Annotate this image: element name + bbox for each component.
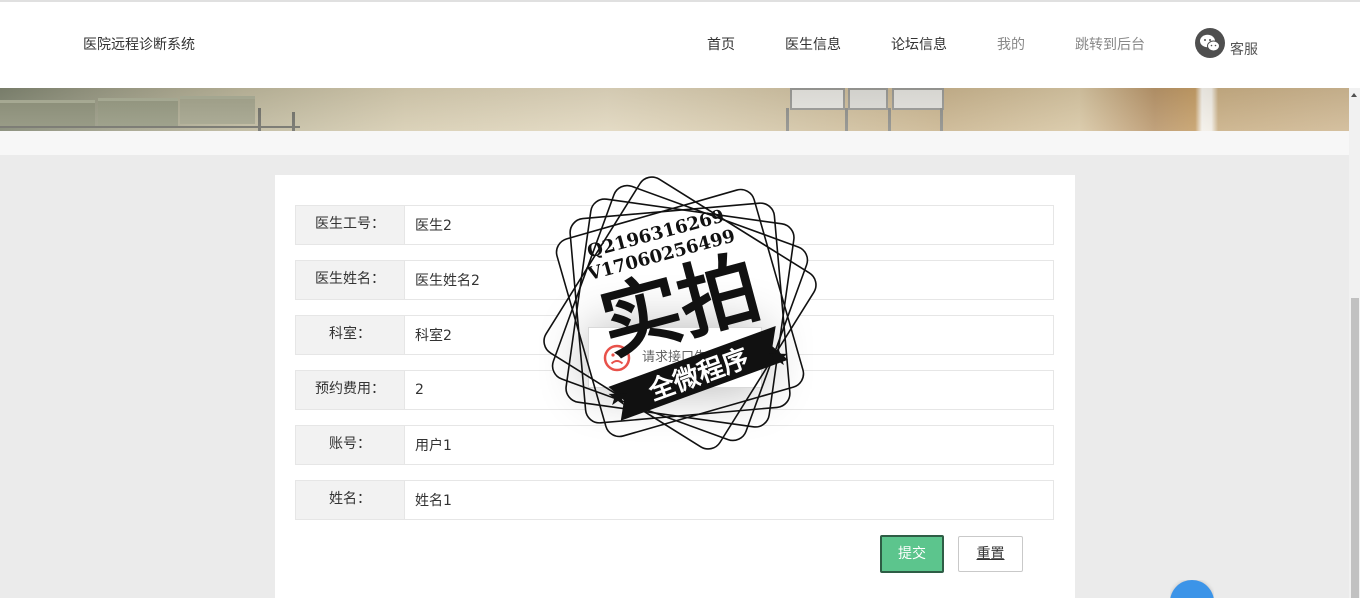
field-label: 姓名： — [295, 480, 405, 520]
floating-chat-button[interactable] — [1170, 580, 1214, 598]
watermark-stamp: Q2196316269 V17060256499 实拍 全微程序 — [543, 176, 817, 450]
reset-button[interactable]: 重置 — [958, 536, 1023, 572]
nav-mine[interactable]: 我的 — [997, 35, 1025, 55]
scrollbar[interactable] — [1349, 88, 1360, 598]
nav-home[interactable]: 首页 — [707, 35, 735, 55]
field-label: 账号： — [295, 425, 405, 465]
field-label: 预约费用： — [295, 370, 405, 410]
nav-admin[interactable]: 跳转到后台 — [1075, 35, 1145, 55]
field-label: 科室： — [295, 315, 405, 355]
form-row-name: 姓名： — [295, 480, 1054, 520]
name-field[interactable] — [405, 480, 1054, 520]
site-title[interactable]: 医院远程诊断系统 — [83, 35, 195, 55]
scrollbar-thumb[interactable] — [1351, 298, 1359, 598]
banner-image — [0, 88, 1349, 131]
scroll-up-arrow-icon[interactable] — [1351, 93, 1357, 97]
wechat-icon[interactable] — [1195, 28, 1225, 58]
nav-forum-info[interactable]: 论坛信息 — [891, 35, 947, 55]
field-label: 医生工号： — [295, 205, 405, 245]
floating-button-container — [1170, 580, 1214, 598]
top-navbar: 医院远程诊断系统 首页 医生信息 论坛信息 我的 跳转到后台 客服 — [0, 0, 1360, 88]
banner-shade — [0, 88, 1349, 131]
customer-service-label[interactable]: 客服 — [1230, 40, 1258, 60]
submit-button[interactable]: 提交 — [880, 535, 944, 573]
banner-bottom-strip — [0, 131, 1349, 155]
nav-doctor-info[interactable]: 医生信息 — [785, 35, 841, 55]
field-label: 医生姓名： — [295, 260, 405, 300]
